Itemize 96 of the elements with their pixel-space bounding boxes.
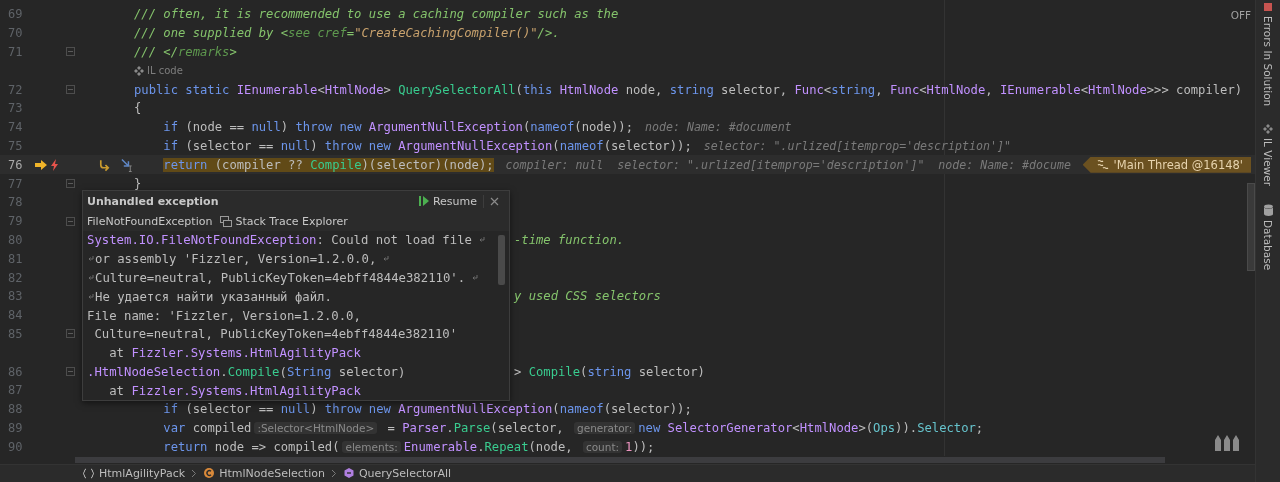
code-lens[interactable]: IL code	[134, 65, 183, 77]
code-text: return (compiler ?? Compile)(selector)(node);	[163, 157, 494, 172]
line-number: 75	[7, 138, 24, 153]
line-number: 85	[7, 326, 24, 341]
breadcrumb[interactable]: QuerySelectorAll	[340, 466, 454, 480]
line-number: 73	[7, 101, 24, 116]
scrollbar[interactable]	[1247, 183, 1255, 271]
debug-value: selector: ".urlized[itemprop='description']"	[703, 138, 1011, 153]
fold-marker-icon[interactable]	[66, 179, 75, 189]
line-number: 81	[7, 251, 24, 266]
code-text: if (selector == null) throw new ArgumentNullException(nameof(selector));	[163, 402, 692, 417]
message-text: at Fizzler.Systems.HtmlAgilityPack	[108, 383, 361, 398]
line-number: 71	[7, 45, 24, 59]
debug-value: compiler: null selector: ".urlized[itemprop='description']" node: Name: #docume	[505, 157, 1071, 172]
message-text: at Fizzler.Systems.HtmlAgilityPack	[108, 346, 361, 361]
line-number: 76	[7, 157, 24, 172]
cursor-arrow-icon[interactable]	[121, 157, 134, 172]
fold-marker-icon[interactable]	[66, 329, 75, 339]
inlay-hint: count:	[582, 440, 623, 453]
tool-window-tab[interactable]: Database	[1262, 204, 1274, 271]
line-number: 80	[7, 232, 24, 247]
line-number: 88	[7, 402, 24, 417]
scrollbar[interactable]	[75, 457, 1165, 463]
line-number: 69	[7, 7, 24, 22]
line-number: 70	[7, 26, 24, 41]
inspection-toggle[interactable]: OFF	[1230, 9, 1251, 21]
code-text: return node => compiled(	[163, 439, 340, 454]
braces-icon	[82, 467, 95, 479]
thread-icon	[1096, 159, 1109, 171]
code-text: /// often, it is recommended to use a caching compiler such as the	[134, 7, 619, 22]
diamond-icon	[134, 65, 144, 76]
fold-marker-icon[interactable]	[66, 85, 75, 95]
code-text: Enumerable.Repeat(node,	[403, 439, 574, 454]
thread-label: 'Main Thread @16148'	[1113, 157, 1243, 172]
code-text: /// one supplied by <see cref="CreateCachingCompiler()"/>.	[134, 26, 560, 41]
code-text: new SelectorGenerator<HtmlNode>(Ops)).Selector;	[638, 420, 984, 435]
inlay-hint: :Selector<HtmlNode>	[254, 421, 378, 434]
line-number: 77	[7, 176, 24, 191]
chevron-icon	[191, 468, 198, 478]
code-text: -time function.	[514, 232, 625, 247]
message-text: .HtmlNodeSelection.Compile(String selector)	[87, 364, 406, 379]
code-text: > Compile(string selector)	[514, 364, 705, 379]
line-number: 87	[7, 383, 24, 398]
line-number: 89	[7, 420, 24, 435]
line-number: 82	[7, 270, 24, 285]
windows-icon	[220, 215, 233, 227]
code-text: 1));	[625, 439, 655, 454]
close-icon	[490, 196, 499, 206]
line-number: 86	[7, 364, 24, 379]
breadcrumb[interactable]: HtmlAgilityPack	[80, 466, 188, 480]
fold-marker-icon[interactable]	[66, 367, 75, 377]
message-text: File name: 'Fizzler, Version=1.2.0.0,	[87, 308, 361, 323]
message-text: Culture=neutral, PublicKeyToken=4ebff4844e382110'.	[95, 271, 466, 285]
fold-marker-icon[interactable]	[66, 216, 75, 226]
fold-marker-icon[interactable]	[66, 47, 75, 57]
inlay-hint: elements:	[342, 440, 401, 453]
code-text: if (node == null) throw new ArgumentNullException(nameof(node));	[163, 120, 633, 135]
curved-arrow-icon[interactable]	[98, 157, 111, 172]
line-number: 84	[7, 308, 24, 323]
code-text: }	[134, 176, 142, 191]
breadcrumb[interactable]: HtmlNodeSelection	[201, 466, 327, 480]
line-number: 72	[7, 82, 24, 97]
database-icon	[1262, 204, 1274, 217]
code-text: /// </remarks>	[134, 45, 237, 59]
code-text: if (selector == null) throw new ArgumentNullException(nameof(selector));	[163, 138, 692, 153]
code-text: {	[134, 101, 142, 116]
exception-type: FileNotFoundException	[87, 214, 213, 228]
line-number: 90	[7, 439, 24, 454]
arrow-icon	[34, 158, 48, 171]
chevron-icon	[330, 468, 337, 478]
square-icon	[1263, 2, 1273, 12]
thread-badge[interactable]: 'Main Thread @16148'	[1082, 156, 1251, 173]
line-number: 74	[7, 120, 24, 135]
message-text: System.IO.FileNotFoundException: Could not load file	[87, 233, 472, 248]
line-number: 78	[7, 195, 24, 210]
code-text: public static IEnumerable<HtmlNode> QuerySelectorAll(this HtmlNode node, string selector, Func<string, Func<HtmlNode, IEnumerable<HtmlNode>>> compiler)	[134, 82, 1243, 97]
message-text: or assembly 'Fizzler, Version=1.2.0.0,	[95, 252, 377, 267]
message-text: Culture=neutral, PublicKeyToken=4ebff4844e382110'	[93, 327, 458, 342]
lightning-icon	[50, 158, 59, 171]
inlay-hint: generator:	[574, 421, 636, 434]
scrollbar[interactable]	[498, 235, 505, 285]
line-number: 83	[7, 289, 24, 304]
tool-window-tab[interactable]: IL Viewer	[1262, 124, 1274, 187]
line-number: 79	[7, 214, 24, 229]
code-text: = Parser.Parse(selector,	[386, 420, 565, 435]
resume-icon	[417, 195, 430, 207]
diamond-icon	[1263, 124, 1273, 135]
debug-value: node: Name: #document	[645, 120, 792, 135]
resume-button[interactable]: Resume	[411, 194, 484, 208]
message-text: Не удается найти указанный файл.	[95, 289, 332, 304]
popup-title: Unhandled exception	[87, 194, 219, 208]
code-text: y used CSS selectors	[514, 289, 661, 304]
tool-window-tab[interactable]: Errors In Solution	[1262, 2, 1274, 107]
stack-trace-link[interactable]: Stack Trace Explorer	[220, 214, 348, 228]
code-text: var compiled	[163, 420, 252, 435]
pencils-icon[interactable]	[1213, 434, 1241, 452]
